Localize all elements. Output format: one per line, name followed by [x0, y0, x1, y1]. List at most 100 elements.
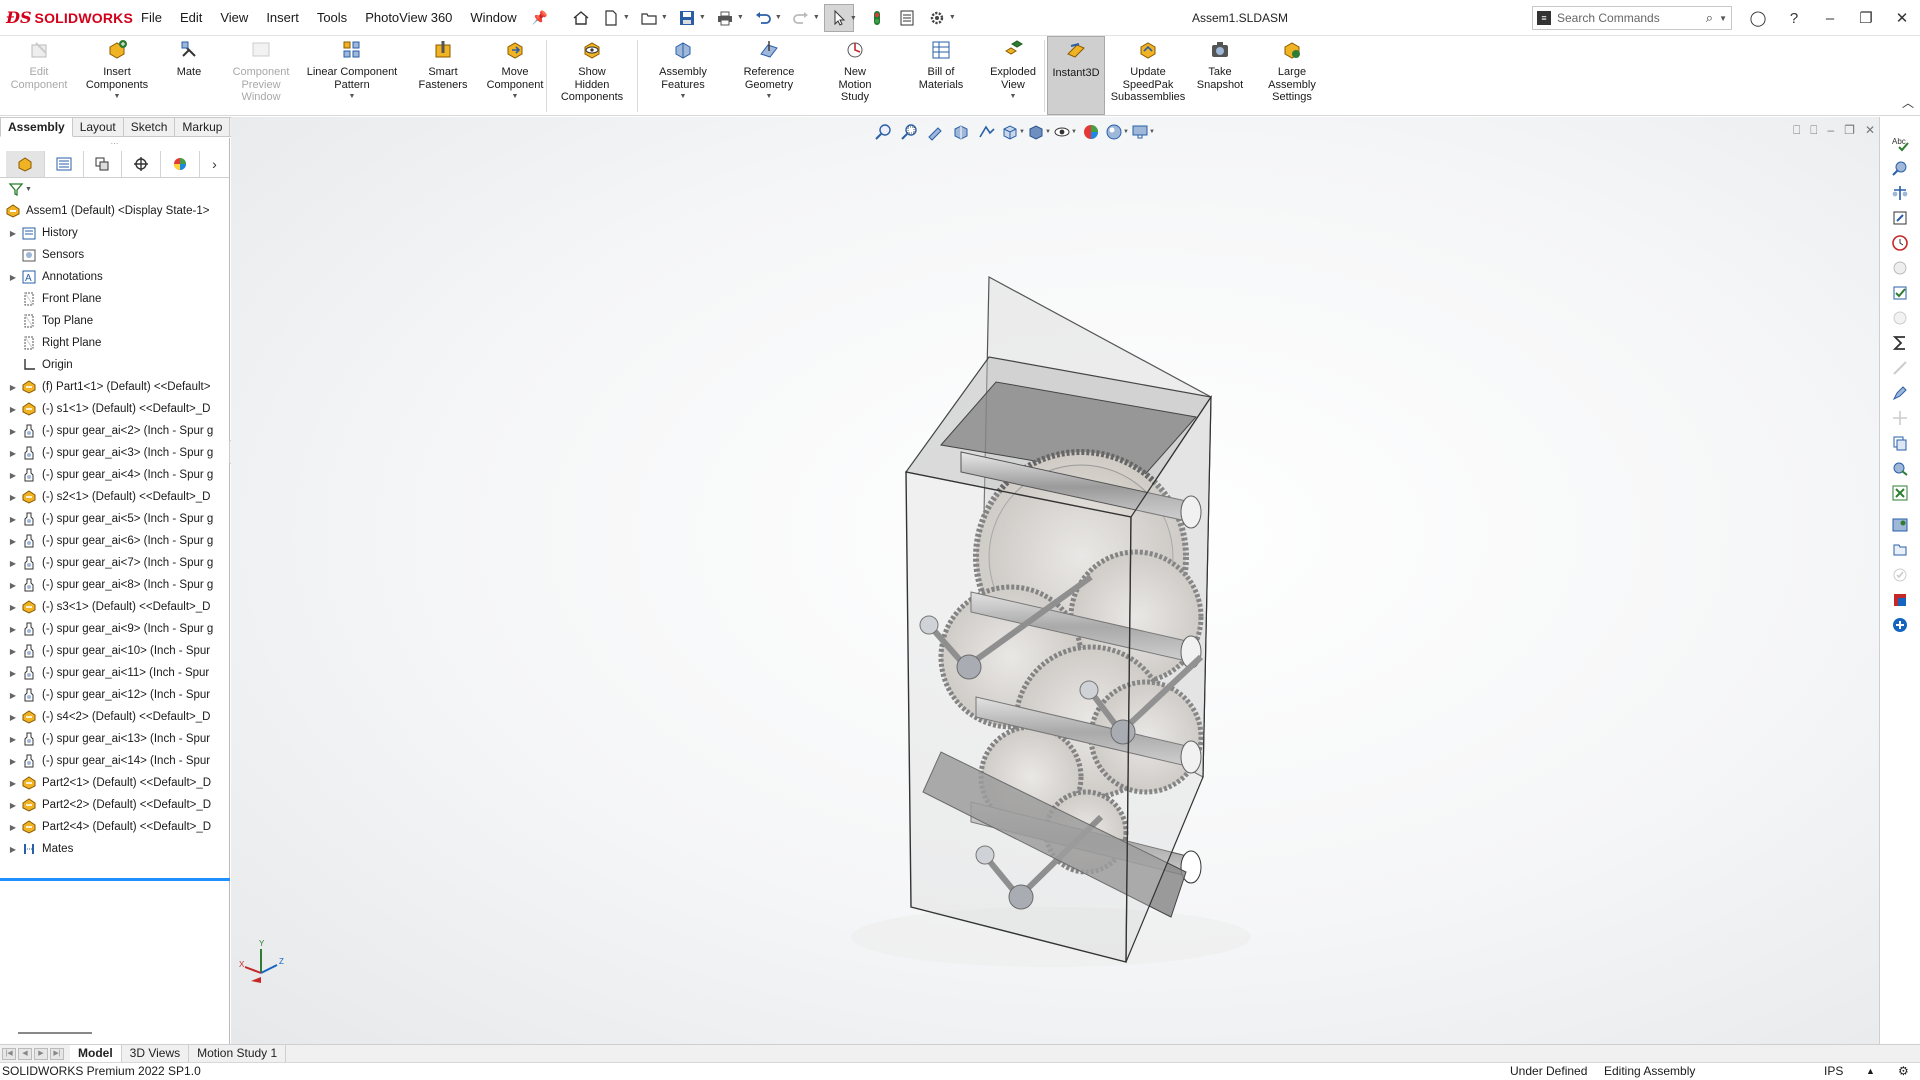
more-tabs-chevron-icon[interactable]: › — [200, 156, 229, 172]
tree-item-spur-gear-ai-14-inch-spur[interactable]: ▶ (-) spur gear_ai<14> (Inch - Spur — [0, 750, 229, 772]
search-dropdown-icon[interactable]: ▼ — [1719, 14, 1727, 23]
copy-settings-icon[interactable] — [1890, 433, 1910, 453]
viewport-restore-icon[interactable]: ❐ — [1844, 123, 1855, 138]
tree-item-s3-1-default-default-d[interactable]: ▶ (-) s3<1> (Default) <<Default>_D — [0, 596, 229, 618]
tree-item-spur-gear-ai-8-inch-spur-g[interactable]: ▶ (-) spur gear_ai<8> (Inch - Spur g — [0, 574, 229, 596]
save-icon[interactable]: ▼ — [672, 4, 706, 32]
disabled-check-icon[interactable] — [1890, 308, 1910, 328]
expand-arrow-icon[interactable]: ▶ — [6, 823, 20, 832]
excel-export-icon[interactable] — [1890, 483, 1910, 503]
file-explorer-icon[interactable] — [1890, 540, 1910, 560]
next-tab-icon[interactable]: ▶ — [34, 1047, 48, 1060]
search-commands-input[interactable]: ≡ Search Commands ⌕ ▼ — [1532, 6, 1732, 30]
expand-arrow-icon[interactable]: ▶ — [6, 625, 20, 634]
gearbox-assembly-model[interactable] — [791, 217, 1311, 1017]
expand-arrow-icon[interactable]: ▶ — [6, 229, 20, 238]
check-mark-icon[interactable] — [1890, 283, 1910, 303]
tree-item-spur-gear-ai-10-inch-spur[interactable]: ▶ (-) spur gear_ai<10> (Inch - Spur — [0, 640, 229, 662]
units-up-icon[interactable]: ▲ — [1866, 1063, 1875, 1080]
tree-item-spur-gear-ai-13-inch-spur[interactable]: ▶ (-) spur gear_ai<13> (Inch - Spur — [0, 728, 229, 750]
menu-view[interactable]: View — [211, 0, 257, 36]
design-library-icon[interactable] — [1890, 515, 1910, 535]
display-manager-tab-icon[interactable] — [161, 150, 200, 177]
tree-item-spur-gear-ai-5-inch-spur-g[interactable]: ▶ (-) spur gear_ai<5> (Inch - Spur g — [0, 508, 229, 530]
tab-assembly[interactable]: Assembly — [0, 117, 73, 137]
show-hidden-components-button[interactable]: Show Hidden Components — [549, 36, 635, 115]
tree-item-part2-4-default-default-d[interactable]: ▶ Part2<4> (Default) <<Default>_D — [0, 816, 229, 838]
expand-arrow-icon[interactable]: ▶ — [6, 515, 20, 524]
search-scope-icon[interactable]: ≡ — [1537, 11, 1551, 25]
select-cursor-icon[interactable]: ▼ — [823, 3, 857, 32]
expand-arrow-icon[interactable]: ▶ — [6, 735, 20, 744]
tree-item-spur-gear-ai-12-inch-spur[interactable]: ▶ (-) spur gear_ai<12> (Inch - Spur — [0, 684, 229, 706]
expand-arrow-icon[interactable]: ▶ — [6, 713, 20, 722]
tree-filter[interactable]: ▼ — [0, 178, 229, 200]
view-palette-icon[interactable] — [1890, 565, 1910, 585]
reference-geometry-button[interactable]: Reference Geometry ▼ — [726, 36, 812, 115]
expand-arrow-icon[interactable]: ▶ — [6, 449, 20, 458]
configure-icon[interactable] — [1890, 458, 1910, 478]
tree-item-spur-gear-ai-6-inch-spur-g[interactable]: ▶ (-) spur gear_ai<6> (Inch - Spur g — [0, 530, 229, 552]
viewport-minimize-icon[interactable]: – — [1827, 123, 1834, 138]
restore-icon[interactable]: ❐ — [1848, 9, 1884, 27]
apply-scene-icon[interactable]: ▼ — [1105, 121, 1129, 143]
balance-icon[interactable] — [1890, 183, 1910, 203]
search-icon[interactable]: ⌕ — [1706, 10, 1713, 26]
expand-arrow-icon[interactable]: ▶ — [6, 845, 20, 854]
disabled-tool-icon[interactable] — [1890, 358, 1910, 378]
options-gear-icon[interactable]: ▼ — [922, 4, 956, 32]
bottom-tab-model[interactable]: Model — [70, 1045, 122, 1062]
file-properties-icon[interactable] — [892, 4, 922, 32]
graphics-area[interactable]: ▼ ▼ ▼ ▼ ▼ ⎕ ⎕ – ❐ ✕ Y X Z — [231, 117, 1879, 1044]
expand-arrow-icon[interactable]: ▶ — [6, 537, 20, 546]
expand-arrow-icon[interactable]: ▶ — [6, 757, 20, 766]
housing-front-wall[interactable] — [905, 471, 1132, 963]
collapse-ribbon-icon[interactable]: ︿ — [1902, 94, 1914, 111]
appearances-icon[interactable] — [1890, 590, 1910, 610]
expand-arrow-icon[interactable]: ▶ — [6, 273, 20, 282]
edit-appearance-icon[interactable] — [1079, 121, 1103, 143]
expand-arrow-icon[interactable]: ▶ — [6, 691, 20, 700]
menu-file[interactable]: File — [132, 0, 171, 36]
expand-arrow-icon[interactable]: ▶ — [6, 383, 20, 392]
expand-arrow-icon[interactable]: ▶ — [6, 779, 20, 788]
expand-arrow-icon[interactable]: ▶ — [6, 603, 20, 612]
home-icon[interactable] — [566, 4, 596, 32]
notifications-icon[interactable]: ⚙ — [1898, 1063, 1909, 1080]
edit-component-button[interactable]: Edit Component — [4, 36, 74, 115]
unit-system[interactable]: IPS — [1824, 1063, 1843, 1080]
tree-item-part2-2-default-default-d[interactable]: ▶ Part2<2> (Default) <<Default>_D — [0, 794, 229, 816]
tree-item-top-plane[interactable]: Top Plane — [0, 310, 229, 332]
tile-view-icon[interactable]: ⎕ — [1810, 123, 1817, 138]
tree-item-origin[interactable]: Origin — [0, 354, 229, 376]
bottom-tab-3d-views[interactable]: 3D Views — [122, 1045, 190, 1062]
rebuild-icon[interactable] — [862, 4, 892, 32]
solidworks-logo[interactable]: ƉS SOLIDWORKS — [0, 8, 133, 27]
split-view-icon[interactable]: ⎕ — [1793, 123, 1800, 138]
first-tab-icon[interactable]: |◀ — [2, 1047, 16, 1060]
tree-item-history[interactable]: ▶ History — [0, 222, 229, 244]
zoom-to-fit-icon[interactable] — [871, 121, 895, 143]
view-orientation-icon[interactable]: ▼ — [1001, 121, 1025, 143]
pin-menu-icon[interactable]: 📌 — [526, 10, 554, 26]
smart-fasteners-button[interactable]: Smart Fasteners — [400, 36, 486, 115]
bottom-tab-motion-study-1[interactable]: Motion Study 1 — [189, 1045, 287, 1062]
tree-item-part2-1-default-default-d[interactable]: ▶ Part2<1> (Default) <<Default>_D — [0, 772, 229, 794]
disabled-plane-icon[interactable] — [1890, 408, 1910, 428]
minimize-icon[interactable]: – — [1812, 10, 1848, 27]
chevron-down-icon[interactable]: ▼ — [680, 93, 687, 100]
expand-arrow-icon[interactable]: ▶ — [6, 669, 20, 678]
markup-pen-icon[interactable] — [1890, 383, 1910, 403]
sum-icon[interactable] — [1890, 333, 1910, 353]
dynamic-annotation-icon[interactable] — [975, 121, 999, 143]
tab-layout[interactable]: Layout — [72, 117, 124, 137]
instant3d-button[interactable]: Instant3D — [1047, 36, 1105, 115]
insert-components-button[interactable]: Insert Components ▼ — [74, 36, 160, 115]
exploded-view-button[interactable]: Exploded View ▼ — [984, 36, 1042, 115]
tree-item-s1-1-default-default-d[interactable]: ▶ (-) s1<1> (Default) <<Default>_D — [0, 398, 229, 420]
mate-button[interactable]: Mate — [160, 36, 218, 115]
menu-photoview-360[interactable]: PhotoView 360 — [356, 0, 461, 36]
property-manager-tab-icon[interactable] — [45, 150, 84, 177]
chevron-down-icon[interactable]: ▼ — [1010, 93, 1017, 100]
prev-tab-icon[interactable]: ◀ — [18, 1047, 32, 1060]
